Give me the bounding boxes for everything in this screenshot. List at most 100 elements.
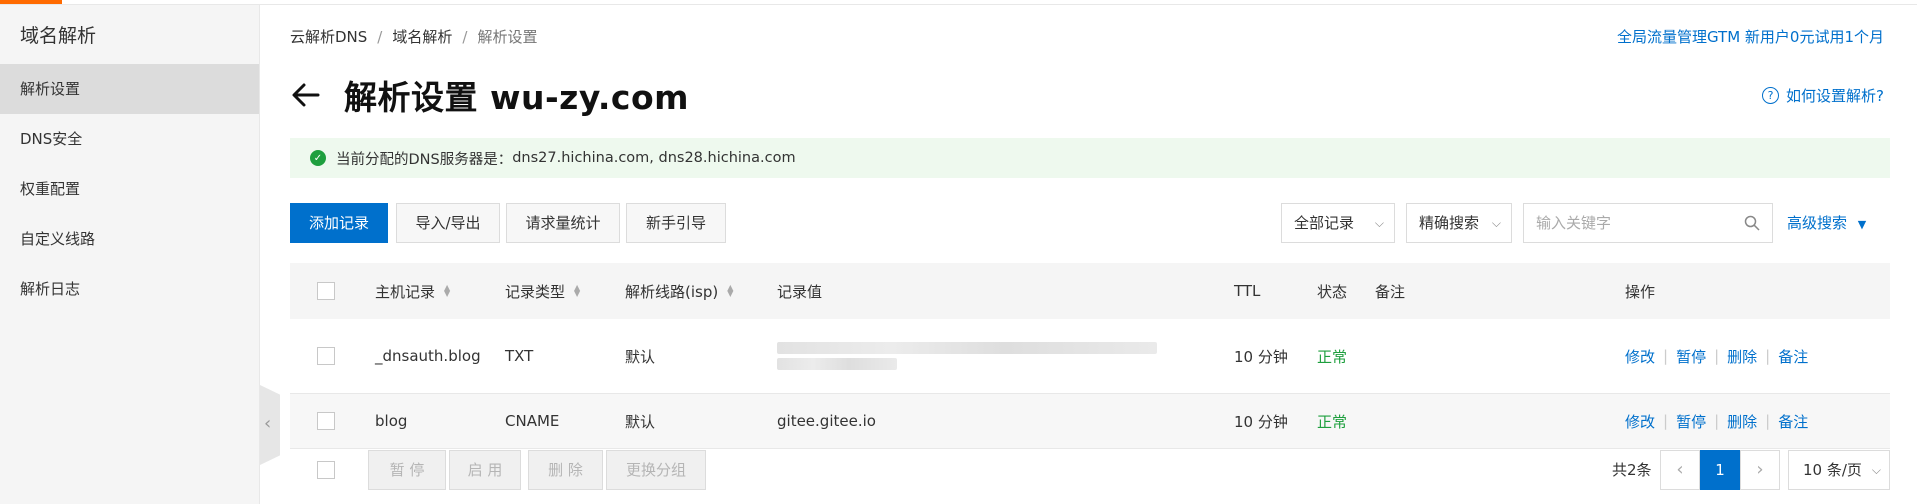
cell-host: _dnsauth.blog bbox=[375, 347, 481, 365]
page-1-button[interactable]: 1 bbox=[1700, 450, 1740, 490]
chevron-down-icon: ⌵ bbox=[1871, 463, 1881, 477]
page-size-value: 10 条/页 bbox=[1803, 461, 1862, 479]
delete-link[interactable]: 删除 bbox=[1727, 411, 1757, 432]
redaction-bar bbox=[777, 358, 897, 370]
breadcrumb-cloud-dns[interactable]: 云解析DNS bbox=[290, 28, 367, 46]
record-filter-value: 全部记录 bbox=[1294, 214, 1355, 232]
search-mode-value: 精确搜索 bbox=[1419, 214, 1480, 232]
search-mode-select[interactable]: 精确搜索 ⌵ bbox=[1406, 203, 1512, 243]
header-line-label: 解析线路(isp) bbox=[625, 282, 719, 301]
record-filter-select[interactable]: 全部记录 ⌵ bbox=[1281, 203, 1395, 243]
header-type-label: 记录类型 bbox=[505, 282, 566, 301]
cell-line: 默认 bbox=[625, 412, 656, 431]
table-row: blog CNAME 默认 gitee.gitee.io 10 分钟 正常 修改… bbox=[290, 394, 1890, 449]
total-count: 共2条 bbox=[1612, 461, 1652, 479]
search-icon[interactable] bbox=[1744, 215, 1760, 231]
check-circle-icon: ✓ bbox=[310, 150, 326, 166]
search-box bbox=[1523, 203, 1773, 243]
bulk-pause-button[interactable]: 暂 停 bbox=[368, 450, 446, 490]
search-input[interactable] bbox=[1524, 204, 1724, 242]
delete-link[interactable]: 删除 bbox=[1727, 346, 1757, 367]
question-circle-icon: ? bbox=[1762, 87, 1780, 104]
action-divider: | bbox=[1714, 412, 1720, 430]
sort-icon: ▲ ▼ bbox=[444, 283, 451, 298]
advanced-search-toggle[interactable]: 高级搜索 ▼ bbox=[1787, 203, 1866, 243]
edit-link[interactable]: 修改 bbox=[1625, 346, 1655, 367]
remark-link[interactable]: 备注 bbox=[1778, 411, 1808, 432]
back-arrow-icon[interactable] bbox=[290, 79, 322, 111]
page-title: 解析设置 wu-zy.com bbox=[344, 78, 690, 117]
breadcrumb: 云解析DNS / 域名解析 / 解析设置 bbox=[290, 26, 537, 47]
guide-button[interactable]: 新手引导 bbox=[626, 203, 726, 243]
header-ttl: TTL bbox=[1234, 282, 1261, 300]
action-divider: | bbox=[1663, 347, 1669, 365]
header-actions: 操作 bbox=[1625, 282, 1656, 301]
caret-down-icon: ▼ bbox=[1857, 218, 1867, 231]
breadcrumb-domain-resolution[interactable]: 域名解析 bbox=[392, 28, 452, 46]
header-host-label: 主机记录 bbox=[375, 282, 436, 301]
gtm-promo-link[interactable]: 全局流量管理GTM 新用户0元试用1个月 bbox=[1617, 26, 1884, 47]
sidebar-item-resolution-settings[interactable]: 解析设置 bbox=[0, 64, 259, 114]
remark-link[interactable]: 备注 bbox=[1778, 346, 1808, 367]
breadcrumb-separator: / bbox=[462, 28, 468, 46]
page-size-select[interactable]: 10 条/页 ⌵ bbox=[1788, 450, 1890, 490]
row-select-cell bbox=[317, 394, 335, 448]
status-badge: 正常 bbox=[1317, 412, 1348, 431]
toolbar: 添加记录 导入/导出 请求量统计 新手引导 全部记录 ⌵ 精确搜索 ⌵ 高级搜索… bbox=[290, 203, 1890, 243]
select-all-checkbox[interactable] bbox=[317, 282, 335, 300]
page-header: 解析设置 wu-zy.com bbox=[290, 73, 689, 117]
table-footer: 暂 停 启 用 删 除 更换分组 共2条 ‹ 1 › 10 条/页 ⌵ bbox=[290, 450, 1890, 494]
header-select-cell bbox=[317, 263, 335, 319]
row-checkbox[interactable] bbox=[317, 347, 335, 365]
sort-icon: ▲ ▼ bbox=[574, 283, 581, 298]
cell-value: gitee.gitee.io bbox=[777, 412, 876, 430]
sidebar-item-resolution-logs[interactable]: 解析日志 bbox=[0, 264, 259, 314]
prev-page-button[interactable]: ‹ bbox=[1660, 450, 1700, 490]
chevron-down-icon: ⌵ bbox=[1374, 216, 1384, 230]
breadcrumb-current: 解析设置 bbox=[477, 28, 538, 46]
cell-value-redacted bbox=[777, 319, 1157, 393]
sidebar-item-weight-config[interactable]: 权重配置 bbox=[0, 164, 259, 214]
action-divider: | bbox=[1765, 347, 1771, 365]
breadcrumb-separator: / bbox=[377, 28, 383, 46]
header-host[interactable]: 主机记录 ▲ ▼ bbox=[375, 263, 450, 319]
action-divider: | bbox=[1765, 412, 1771, 430]
table-row: _dnsauth.blog TXT 默认 10 分钟 正常 修改 | 暂停 | 删除 | 备… bbox=[290, 319, 1890, 394]
header-line[interactable]: 解析线路(isp) ▲ ▼ bbox=[625, 263, 733, 319]
change-group-button[interactable]: 更换分组 bbox=[606, 450, 706, 490]
pause-link[interactable]: 暂停 bbox=[1676, 346, 1706, 367]
row-actions: 修改 | 暂停 | 删除 | 备注 bbox=[1625, 394, 1808, 448]
header-type[interactable]: 记录类型 ▲ ▼ bbox=[505, 263, 580, 319]
action-divider: | bbox=[1663, 412, 1669, 430]
advanced-search-label: 高级搜索 bbox=[1787, 214, 1848, 232]
chevron-left-icon: ‹ bbox=[1676, 459, 1684, 480]
sidebar-item-custom-lines[interactable]: 自定义线路 bbox=[0, 214, 259, 264]
sidebar-title: 域名解析 bbox=[20, 25, 97, 47]
cell-type: CNAME bbox=[505, 412, 560, 430]
cell-line: 默认 bbox=[625, 347, 656, 366]
chevron-left-icon: ‹ bbox=[264, 413, 272, 434]
edit-link[interactable]: 修改 bbox=[1625, 411, 1655, 432]
header-remark: 备注 bbox=[1375, 282, 1406, 301]
main-content: 云解析DNS / 域名解析 / 解析设置 全局流量管理GTM 新用户0元试用1个月 解析… bbox=[290, 5, 1890, 504]
notice-label: 当前分配的DNS服务器是： bbox=[336, 151, 513, 168]
bulk-enable-button[interactable]: 启 用 bbox=[449, 450, 521, 490]
pause-link[interactable]: 暂停 bbox=[1676, 411, 1706, 432]
next-page-button[interactable]: › bbox=[1740, 450, 1780, 490]
request-stats-button[interactable]: 请求量统计 bbox=[506, 203, 620, 243]
notice-servers: dns27.hichina.com, dns28.hichina.com bbox=[512, 150, 796, 166]
add-record-button[interactable]: 添加记录 bbox=[290, 203, 388, 243]
row-checkbox[interactable] bbox=[317, 412, 335, 430]
footer-select-all-checkbox[interactable] bbox=[317, 461, 335, 479]
bulk-delete-button[interactable]: 删 除 bbox=[528, 450, 603, 490]
row-actions: 修改 | 暂停 | 删除 | 备注 bbox=[1625, 319, 1808, 393]
dns-server-notice: ✓ 当前分配的DNS服务器是： dns27.hichina.com, dns28… bbox=[290, 138, 1890, 178]
table-header: 主机记录 ▲ ▼ 记录类型 ▲ ▼ 解析线路(isp) ▲ ▼ 记录值 TTL 状态 备注 … bbox=[290, 263, 1890, 319]
redaction-bar bbox=[777, 342, 1157, 354]
sidebar-item-dns-security[interactable]: DNS安全 bbox=[0, 114, 259, 164]
help-link[interactable]: ? 如何设置解析? bbox=[1762, 85, 1884, 106]
header-status: 状态 bbox=[1317, 282, 1348, 301]
import-export-button[interactable]: 导入/导出 bbox=[396, 203, 500, 243]
sidebar-collapse-handle[interactable]: ‹ bbox=[260, 385, 280, 465]
sidebar: 域名解析 解析设置 DNS安全 权重配置 自定义线路 解析日志 bbox=[0, 5, 260, 504]
